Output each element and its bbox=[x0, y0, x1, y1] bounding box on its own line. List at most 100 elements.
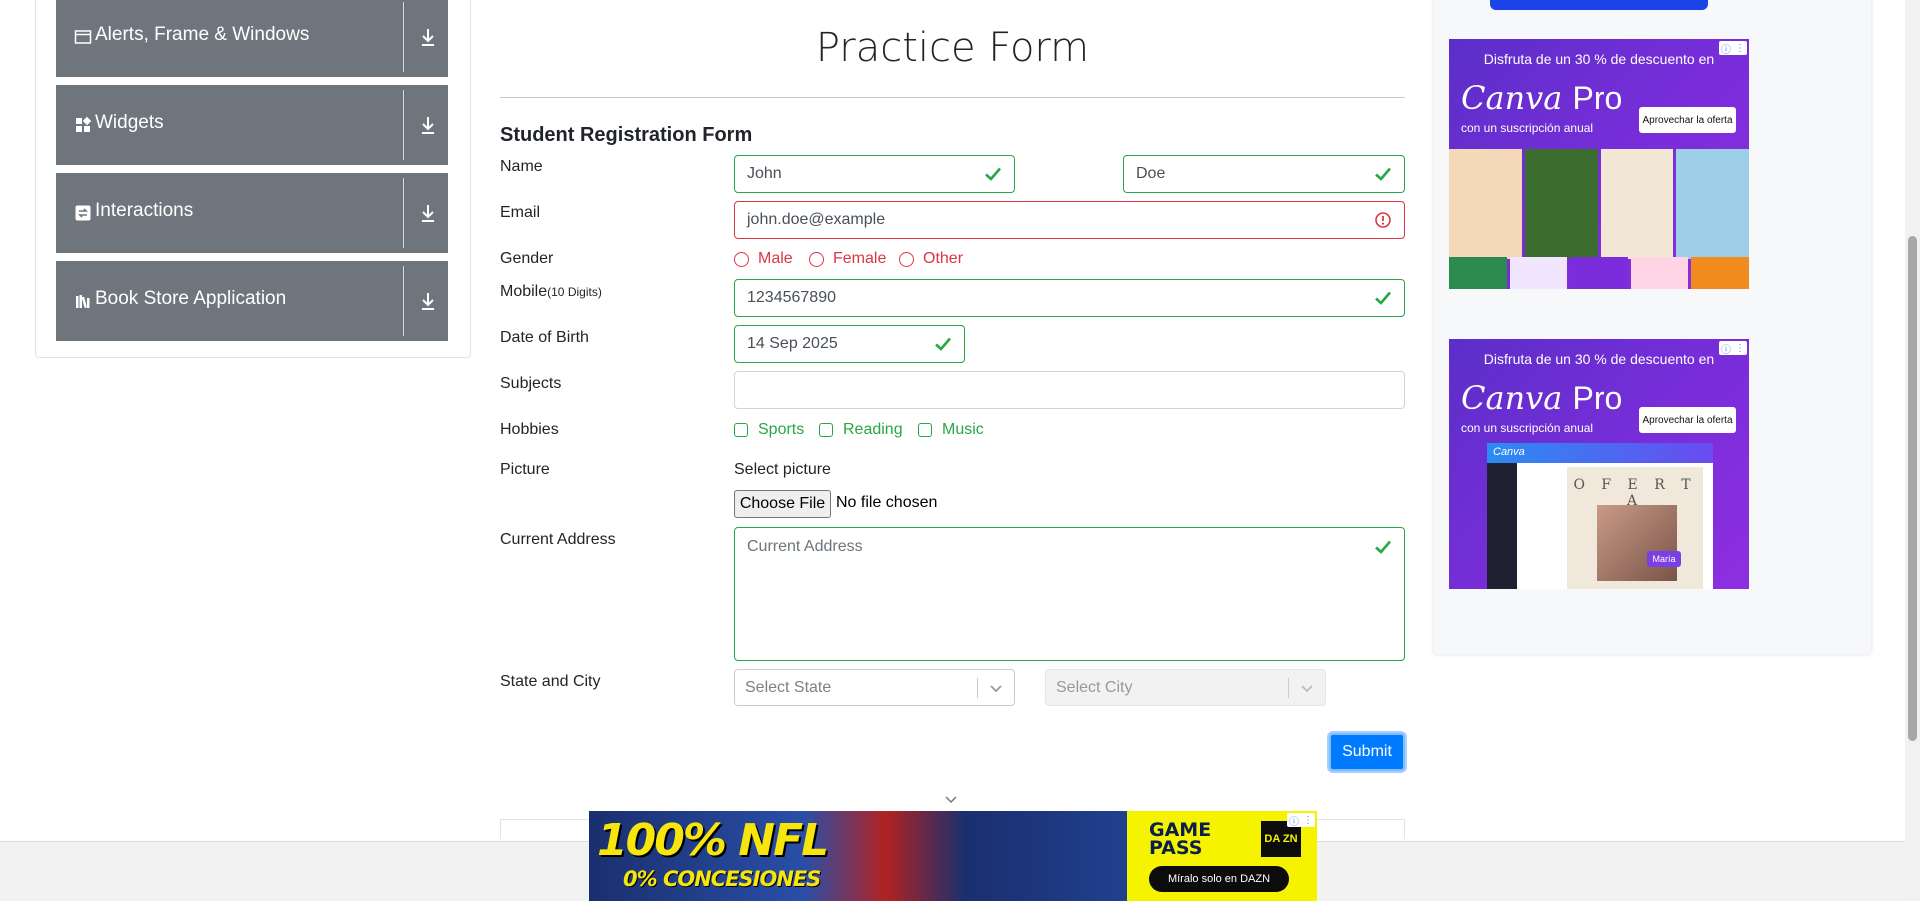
sidebar-group-label: Widgets bbox=[95, 112, 164, 133]
chevron-down-icon[interactable] bbox=[944, 793, 958, 807]
ad-photo bbox=[1597, 505, 1677, 581]
error-icon bbox=[1375, 212, 1391, 228]
radio-label: Female bbox=[833, 250, 887, 267]
gender-label: Gender bbox=[500, 250, 554, 267]
page-title: Practice Form bbox=[815, 25, 1090, 71]
dob-input[interactable]: 14 Sep 2025 bbox=[734, 325, 965, 363]
ad-strip-tile bbox=[1449, 257, 1507, 289]
ad-headline: Disfruta de un 30 % de descuento en bbox=[1483, 51, 1715, 67]
window-icon bbox=[74, 30, 92, 44]
ad-info-icon[interactable]: ⓘ ⋮ bbox=[1287, 813, 1315, 828]
ad-editor-mockup: Canva O F E R T A María bbox=[1487, 443, 1713, 589]
canva-ad-2[interactable]: ⓘ ⋮ Disfruta de un 30 % de descuento en C… bbox=[1449, 339, 1749, 589]
radio-label: Male bbox=[758, 250, 793, 267]
gender-other-radio[interactable]: Other bbox=[899, 250, 963, 268]
ad-tile bbox=[1600, 149, 1674, 259]
email-input[interactable]: john.doe@example bbox=[734, 201, 1405, 239]
checkbox-label: Music bbox=[942, 421, 984, 438]
hobby-reading-checkbox[interactable]: Reading bbox=[819, 421, 903, 439]
mobile-label: Mobile(10 Digits) bbox=[500, 283, 602, 301]
top-banner-button[interactable] bbox=[1490, 0, 1708, 10]
divider bbox=[977, 678, 978, 698]
canva-ad[interactable]: ⓘ ⋮ Disfruta de un 30 % de descuento en C… bbox=[1449, 39, 1749, 289]
divider bbox=[403, 178, 404, 248]
gender-male-radio[interactable]: Male bbox=[734, 250, 793, 268]
ad-brand-suffix: Pro bbox=[1572, 380, 1623, 416]
sidebar-group-label: Interactions bbox=[95, 200, 194, 221]
checkbox-box[interactable] bbox=[819, 423, 833, 437]
picture-label: Picture bbox=[500, 461, 550, 478]
interactions-icon bbox=[75, 205, 91, 221]
divider bbox=[403, 266, 404, 336]
choose-file-button[interactable]: Choose File bbox=[734, 490, 831, 518]
email-label: Email bbox=[500, 204, 541, 221]
nfl-ad[interactable]: 100% NFL 0% CONCESIONES GAME PASS DA ZN … bbox=[589, 811, 1317, 901]
ad-cta-button[interactable]: Aprovechar la oferta bbox=[1639, 107, 1736, 133]
ad-brand: Canva Pro bbox=[1461, 79, 1622, 117]
state-select[interactable]: Select State bbox=[734, 669, 1015, 706]
hobby-sports-checkbox[interactable]: Sports bbox=[734, 421, 804, 439]
sidebar-group-interactions[interactable]: Interactions bbox=[56, 173, 448, 253]
file-status: No file chosen bbox=[836, 494, 938, 511]
state-city-label: State and City bbox=[500, 673, 601, 690]
current-address-textarea[interactable]: Current Address bbox=[734, 527, 1405, 661]
ad-name-tag: María bbox=[1647, 551, 1681, 567]
ad-brand-name: Canva bbox=[1461, 79, 1563, 117]
download-arrow-icon[interactable] bbox=[418, 114, 438, 136]
ad-tile bbox=[1676, 149, 1749, 259]
chevron-down-icon[interactable] bbox=[988, 680, 1004, 696]
checkbox-box[interactable] bbox=[734, 423, 748, 437]
select-picture-label: Select picture bbox=[734, 461, 831, 478]
ad-headline: 100% NFL bbox=[597, 815, 829, 866]
chevron-down-icon[interactable] bbox=[1299, 680, 1315, 696]
game-pass-logo: GAME PASS bbox=[1149, 819, 1212, 859]
ad-strip-tile bbox=[1630, 257, 1689, 289]
gender-female-radio[interactable]: Female bbox=[809, 250, 886, 268]
sidebar-group-alerts[interactable]: Alerts, Frame & Windows bbox=[56, 0, 448, 77]
subjects-input[interactable] bbox=[734, 371, 1405, 409]
ad-subline: con un suscripción anual bbox=[1461, 121, 1594, 135]
widgets-icon bbox=[76, 116, 92, 132]
subjects-label: Subjects bbox=[500, 375, 562, 392]
ad-strip-tile bbox=[1691, 257, 1749, 289]
first-name-input[interactable]: John bbox=[734, 155, 1015, 193]
dob-value: 14 Sep 2025 bbox=[747, 335, 838, 352]
ad-cta-button[interactable]: Aprovechar la oferta bbox=[1639, 407, 1736, 433]
ad-brand-name: Canva bbox=[1461, 379, 1563, 417]
radio-circle[interactable] bbox=[809, 251, 824, 267]
mobile-label-text: Mobile bbox=[500, 283, 548, 300]
first-name-value: John bbox=[747, 165, 782, 182]
dob-label: Date of Birth bbox=[500, 329, 589, 346]
mobile-value: 1234567890 bbox=[747, 289, 836, 306]
city-select[interactable]: Select City bbox=[1045, 669, 1326, 706]
name-label: Name bbox=[500, 158, 543, 175]
checkbox-box[interactable] bbox=[918, 423, 932, 437]
ad-mock-sidebar bbox=[1487, 463, 1517, 589]
sidebar-group-book-store[interactable]: Book Store Application bbox=[56, 261, 448, 341]
last-name-input[interactable]: Doe bbox=[1123, 155, 1405, 193]
radio-circle[interactable] bbox=[899, 251, 914, 267]
submit-button[interactable]: Submit bbox=[1329, 733, 1405, 771]
scrollbar[interactable] bbox=[1905, 0, 1920, 901]
hobby-music-checkbox[interactable]: Music bbox=[918, 421, 984, 439]
mobile-input[interactable]: 1234567890 bbox=[734, 279, 1405, 317]
download-arrow-icon[interactable] bbox=[418, 290, 438, 312]
checkbox-label: Reading bbox=[843, 421, 903, 438]
download-arrow-icon[interactable] bbox=[418, 26, 438, 48]
radio-circle[interactable] bbox=[734, 251, 749, 267]
checkbox-label: Sports bbox=[758, 421, 805, 438]
scrollbar-thumb[interactable] bbox=[1908, 236, 1917, 741]
form-subtitle: Student Registration Form bbox=[500, 124, 753, 146]
ad-cta-button[interactable]: Míralo solo en DAZN bbox=[1149, 866, 1289, 892]
email-value: john.doe@example bbox=[747, 211, 886, 228]
address-placeholder: Current Address bbox=[747, 538, 863, 555]
hobbies-label: Hobbies bbox=[500, 421, 559, 438]
address-label: Current Address bbox=[500, 531, 616, 548]
ad-subline: con un suscripción anual bbox=[1461, 421, 1594, 435]
download-arrow-icon[interactable] bbox=[418, 202, 438, 224]
ad-tile bbox=[1449, 149, 1522, 259]
ad-app-name: Canva bbox=[1487, 443, 1713, 463]
check-icon bbox=[1375, 291, 1391, 305]
sidebar-group-widgets[interactable]: Widgets bbox=[56, 85, 448, 165]
ad-subline: 0% CONCESIONES bbox=[623, 867, 821, 891]
